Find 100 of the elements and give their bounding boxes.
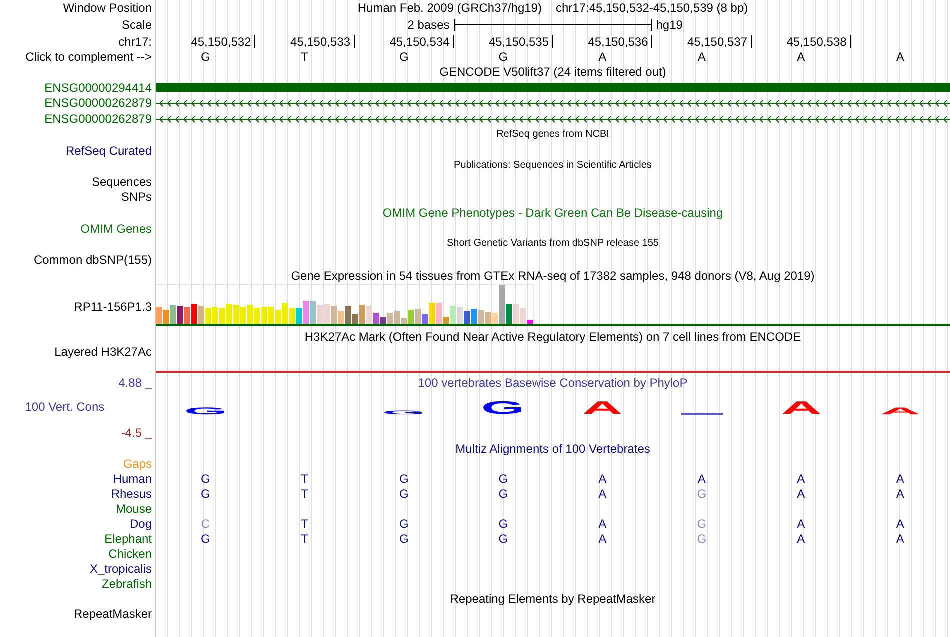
ruler-tick (552, 35, 553, 48)
base-letter[interactable]: A (698, 50, 706, 64)
expression-bar[interactable] (170, 305, 176, 324)
complement-link[interactable]: Click to complement --> (26, 50, 152, 64)
gene-feature[interactable] (156, 98, 950, 108)
species-label[interactable]: Human (113, 472, 152, 486)
expression-bar[interactable] (268, 307, 274, 324)
base-letter[interactable]: G (399, 50, 409, 64)
expression-bar[interactable] (212, 307, 218, 324)
expression-bar[interactable] (261, 307, 267, 324)
track-label[interactable]: RepeatMasker (74, 607, 152, 621)
expression-bar[interactable] (296, 308, 302, 324)
expression-bar[interactable] (233, 305, 239, 324)
expression-bar[interactable] (373, 313, 379, 324)
expression-bar[interactable] (471, 309, 477, 324)
expression-bar[interactable] (506, 304, 512, 324)
ruler-tick (254, 35, 256, 48)
base-letter[interactable]: G (498, 50, 508, 64)
base-letter[interactable]: A (797, 50, 806, 64)
species-label[interactable]: Elephant (104, 532, 152, 546)
expression-bar[interactable] (359, 305, 365, 324)
expression-bar[interactable] (191, 304, 197, 324)
expression-bar[interactable] (177, 306, 183, 324)
expression-bar[interactable] (324, 304, 330, 324)
expression-bar[interactable] (219, 308, 225, 324)
axis-max-label: 4.88 _ (118, 376, 152, 390)
expression-bar[interactable] (254, 308, 260, 324)
track-label[interactable]: RP11-156P1.3 (74, 300, 152, 314)
expression-bar[interactable] (394, 311, 400, 324)
expression-bar[interactable] (464, 311, 470, 324)
expression-bar[interactable] (450, 306, 456, 324)
track-label[interactable]: 100 Vert. Cons (25, 400, 105, 414)
expression-bar[interactable] (429, 303, 435, 324)
track-label[interactable]: SNPs (121, 190, 152, 204)
expression-bar[interactable] (366, 306, 372, 324)
header-label: Window Position (63, 1, 152, 15)
expression-bar[interactable] (415, 309, 421, 324)
expression-bar[interactable] (422, 314, 428, 324)
expression-bar[interactable] (408, 310, 414, 324)
aligned-base: T (301, 472, 309, 486)
expression-bar[interactable] (289, 308, 295, 324)
logo-letter: A (780, 402, 822, 415)
track-label[interactable]: Common dbSNP(155) (34, 253, 152, 267)
assembly-name: Human Feb. 2009 (GRCh37/hg19) (358, 1, 542, 15)
expression-bar[interactable] (485, 312, 491, 324)
track-label[interactable]: OMIM Genes (80, 222, 152, 236)
expression-bar[interactable] (310, 301, 316, 324)
expression-bar[interactable] (282, 303, 288, 324)
species-label[interactable]: X_tropicalis (90, 562, 152, 576)
ruler-position: 45,150,532 (191, 34, 252, 48)
species-label[interactable]: Rhesus (111, 486, 152, 500)
track-label[interactable]: Layered H3K27Ac (54, 345, 152, 359)
base-letter[interactable]: A (896, 50, 904, 64)
gene-feature[interactable] (156, 114, 950, 124)
aligned-base: A (598, 486, 607, 500)
base-letter[interactable]: G (200, 50, 210, 64)
base-letter[interactable]: T (301, 50, 309, 64)
expression-bar[interactable] (387, 313, 393, 324)
species-label[interactable]: Mouse (116, 502, 152, 516)
expression-bar[interactable] (198, 306, 204, 324)
species-label[interactable]: Dog (130, 516, 152, 530)
track-title: OMIM Gene Phenotypes - Dark Green Can Be Disease-causing (382, 206, 724, 220)
expression-bar[interactable] (331, 306, 337, 324)
expression-bar[interactable] (205, 308, 211, 324)
track-label[interactable]: RefSeq Curated (66, 144, 152, 158)
expression-bar[interactable] (240, 307, 246, 324)
expression-bar[interactable] (184, 307, 190, 324)
expression-bar[interactable] (436, 303, 442, 324)
expression-bar[interactable] (275, 310, 281, 324)
expression-bar[interactable] (520, 308, 526, 324)
expression-bar[interactable] (163, 310, 169, 324)
base-letter[interactable]: A (598, 50, 607, 64)
expression-bar[interactable] (380, 317, 386, 324)
expression-bar[interactable] (513, 304, 519, 324)
expression-bar[interactable] (457, 307, 463, 324)
expression-bar[interactable] (156, 307, 162, 324)
ruler-position: 45,150,535 (488, 34, 549, 48)
expression-bar[interactable] (478, 310, 484, 324)
track-label[interactable]: Sequences (92, 174, 152, 188)
expression-bar[interactable] (247, 305, 253, 324)
species-label[interactable]: Chicken (108, 546, 152, 560)
expression-bar[interactable] (401, 318, 407, 324)
expression-bar[interactable] (317, 305, 323, 324)
expression-bar[interactable] (492, 313, 498, 324)
gene-label[interactable]: ENSG00000294414 (44, 80, 152, 94)
expression-bar[interactable] (226, 304, 232, 324)
logo-letter: G (184, 408, 228, 415)
species-label[interactable]: Zebrafish (102, 576, 152, 590)
expression-bar[interactable] (499, 285, 505, 324)
expression-bar[interactable] (443, 317, 449, 324)
expression-bar[interactable] (345, 306, 351, 324)
expression-bar[interactable] (352, 314, 358, 324)
expression-bar[interactable] (338, 311, 344, 324)
aligned-base: T (301, 516, 309, 530)
gene-label[interactable]: ENSG00000262879 (44, 96, 152, 110)
expression-bar[interactable] (303, 301, 309, 324)
expression-bar[interactable] (527, 320, 533, 324)
aligned-base: A (797, 486, 806, 500)
logo-letter: A (880, 408, 921, 415)
gene-label[interactable]: ENSG00000262879 (44, 112, 152, 126)
